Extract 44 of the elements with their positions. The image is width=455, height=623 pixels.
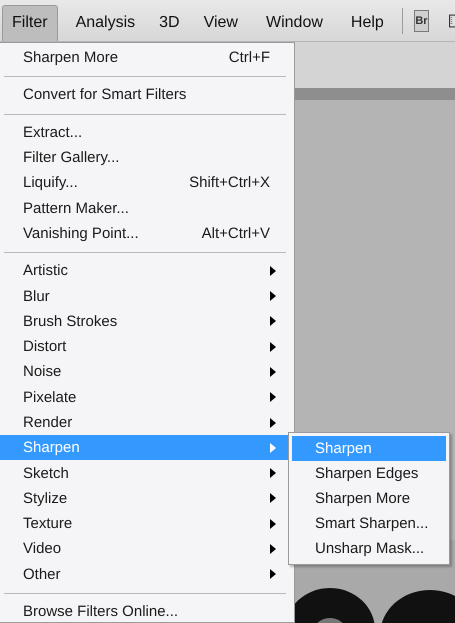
menu-item[interactable]: Unsharp Mask... [292, 536, 446, 561]
submenu-arrow-icon [270, 392, 276, 402]
menu-item[interactable]: Noise [0, 359, 294, 385]
menu-item[interactable]: Artistic [0, 258, 294, 284]
menu-item[interactable]: Vanishing Point... Alt+Ctrl+V [0, 220, 294, 246]
menu-bar-item[interactable]: Analysis [66, 5, 146, 41]
menu-item[interactable]: Render [0, 410, 294, 436]
menu-item[interactable]: Filter Gallery... [0, 144, 294, 170]
menu-item[interactable]: Distort [0, 334, 294, 360]
submenu-arrow-icon [270, 418, 276, 428]
submenu-arrow-icon [270, 442, 276, 453]
submenu-arrow-icon [270, 493, 276, 504]
submenu-arrow-icon [270, 266, 276, 276]
submenu-arrow-icon [270, 366, 276, 377]
submenu-arrow-icon [270, 544, 276, 554]
bridge-button[interactable]: Br [414, 10, 429, 32]
submenu-arrow-icon [270, 518, 276, 529]
menu-item[interactable]: Browse Filters Online... [0, 598, 294, 623]
submenu-arrow-icon [270, 342, 276, 352]
menu-item[interactable]: Texture [0, 511, 294, 536]
menu-bar-item[interactable]: Filter [2, 5, 58, 41]
menu-item[interactable]: Sketch [0, 460, 294, 486]
submenu-arrow-icon [270, 468, 276, 478]
menu-item[interactable]: Stylize [0, 486, 294, 512]
menu-bar-item[interactable]: 3D [149, 5, 190, 41]
submenu-arrow-icon [270, 316, 276, 326]
menu-bar-item[interactable]: View [194, 5, 248, 41]
menu-item[interactable]: Convert for Smart Filters [0, 82, 294, 108]
menu-item[interactable]: Other [0, 562, 294, 587]
menu-item[interactable]: Sharpen More [292, 486, 446, 511]
menu-item[interactable]: Smart Sharpen... [292, 511, 446, 536]
menu-item[interactable]: Extract... [0, 120, 294, 145]
menu-item[interactable]: Sharpen Edges [292, 461, 446, 486]
submenu-arrow-icon [270, 569, 276, 580]
menu-bar-item[interactable]: Window [256, 5, 333, 41]
menu-item[interactable]: Pattern Maker... [0, 195, 294, 221]
menu-item[interactable]: Blur [0, 283, 294, 309]
menu-item[interactable]: Sharpen More Ctrl+F [0, 45, 294, 70]
menu-item[interactable]: Pixelate [0, 384, 294, 410]
menu-item[interactable]: Liquify... Shift+Ctrl+X [0, 170, 294, 196]
menu-item[interactable]: Video [0, 536, 294, 562]
submenu-arrow-icon [270, 291, 276, 302]
menu-item[interactable]: Brush Strokes [0, 308, 294, 334]
menu-bar-item[interactable]: Help [340, 5, 394, 41]
